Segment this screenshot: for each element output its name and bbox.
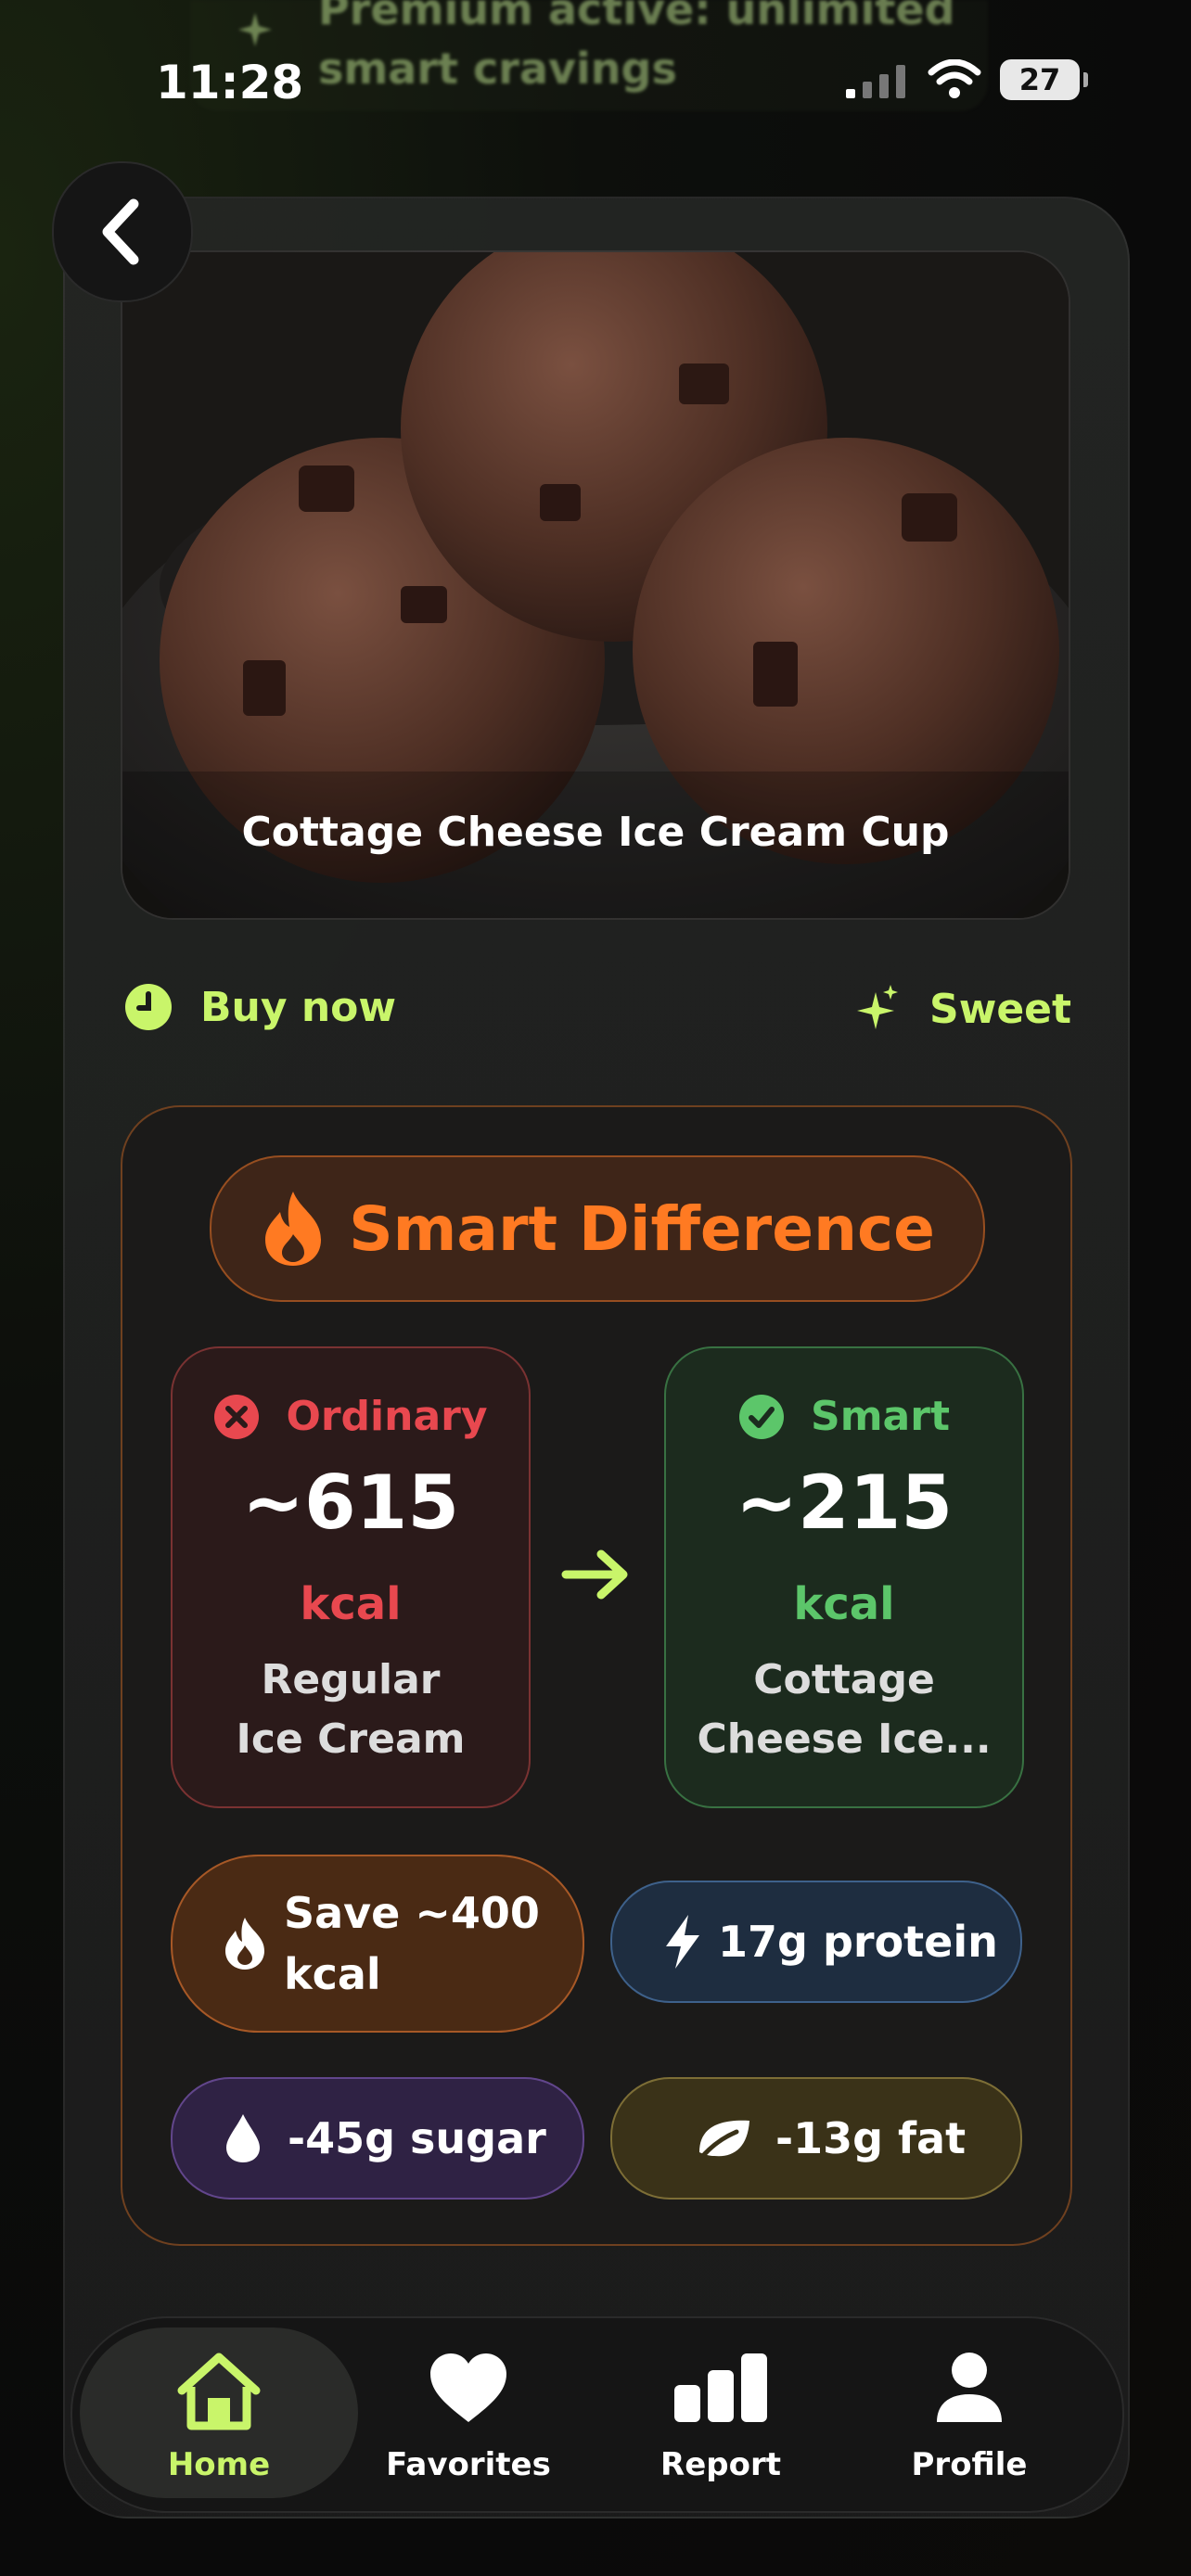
calorie-savings-text: Save ~400 kcal <box>284 1882 540 2005</box>
tab-profile-label: Profile <box>911 2446 1028 2483</box>
smart-kcal-unit: kcal <box>793 1578 895 1630</box>
smart-food-name-line1: Cottage <box>753 1656 935 1703</box>
heart-icon <box>352 2352 584 2424</box>
tab-favorites-label: Favorites <box>386 2446 551 2483</box>
arrow-right-icon <box>561 1549 628 1600</box>
ordinary-label: Ordinary <box>286 1393 488 1440</box>
category-tag: Sweet <box>853 983 1071 1035</box>
person-icon <box>853 2352 1085 2424</box>
ordinary-kcal-unit: kcal <box>300 1578 402 1630</box>
smart-label: Smart <box>811 1393 950 1440</box>
status-bar: 11:28 27 <box>0 37 1191 121</box>
calorie-savings-line1: Save ~400 <box>284 1888 540 1938</box>
back-button[interactable] <box>52 161 193 302</box>
tab-home[interactable]: Home <box>80 2327 358 2498</box>
tab-report-label: Report <box>660 2446 781 2483</box>
sparkles-icon <box>857 985 898 1029</box>
calorie-savings-line2: kcal <box>284 1949 381 1999</box>
ordinary-kcal-value: ~615 <box>241 1460 460 1546</box>
bar-chart-icon <box>605 2352 837 2424</box>
protein-chip: 17g protein <box>610 1881 1022 2003</box>
smart-comparison-card: Smart ~215 kcal Cottage Cheese Ice... <box>664 1346 1024 1808</box>
ordinary-food-name: Regular Ice Cream <box>173 1651 529 1769</box>
check-circle-icon <box>739 1394 785 1439</box>
smart-label-row: Smart <box>666 1393 1022 1440</box>
fire-outline-icon <box>195 1916 295 1971</box>
ordinary-label-row: Ordinary <box>173 1393 529 1440</box>
fat-text: -13g fat <box>775 2113 967 2163</box>
protein-text: 17g protein <box>718 1917 998 1967</box>
home-icon <box>80 2352 358 2431</box>
tab-favorites[interactable]: Favorites <box>352 2327 584 2498</box>
timing-tag: Buy now <box>124 983 396 1031</box>
clock-icon <box>125 984 172 1030</box>
fire-icon <box>265 1192 322 1266</box>
ordinary-food-name-line1: Regular <box>261 1656 441 1703</box>
x-circle-icon <box>214 1394 260 1439</box>
sugar-chip: -45g sugar <box>171 2077 584 2200</box>
leaf-icon <box>673 2115 775 2162</box>
sugar-text: -45g sugar <box>288 2113 546 2163</box>
droplet-icon <box>198 2112 288 2164</box>
calorie-savings-chip: Save ~400 kcal <box>171 1855 584 2033</box>
smart-food-name-line2: Cheese Ice... <box>697 1715 992 1763</box>
timing-label: Buy now <box>200 983 397 1031</box>
smart-kcal-value: ~215 <box>735 1460 954 1546</box>
recipe-title: Cottage Cheese Ice Cream Cup <box>241 809 950 856</box>
ordinary-food-name-line2: Ice Cream <box>236 1715 466 1763</box>
tab-profile[interactable]: Profile <box>853 2327 1085 2498</box>
category-label: Sweet <box>929 985 1072 1033</box>
lightning-icon <box>647 1913 718 1970</box>
tab-report[interactable]: Report <box>605 2327 837 2498</box>
smart-food-name: Cottage Cheese Ice... <box>666 1651 1022 1769</box>
battery-indicator: 27 <box>1000 59 1088 100</box>
fat-chip: -13g fat <box>610 2077 1022 2200</box>
status-time: 11:28 <box>156 56 304 109</box>
cellular-signal-icon <box>846 65 905 98</box>
wifi-icon <box>928 59 981 98</box>
smart-difference-header: Smart Difference <box>210 1155 985 1302</box>
tab-home-label: Home <box>167 2446 271 2483</box>
chevron-left-icon <box>102 198 139 265</box>
smart-difference-title: Smart Difference <box>349 1192 935 1265</box>
ordinary-comparison-card: Ordinary ~615 kcal Regular Ice Cream <box>171 1346 531 1808</box>
